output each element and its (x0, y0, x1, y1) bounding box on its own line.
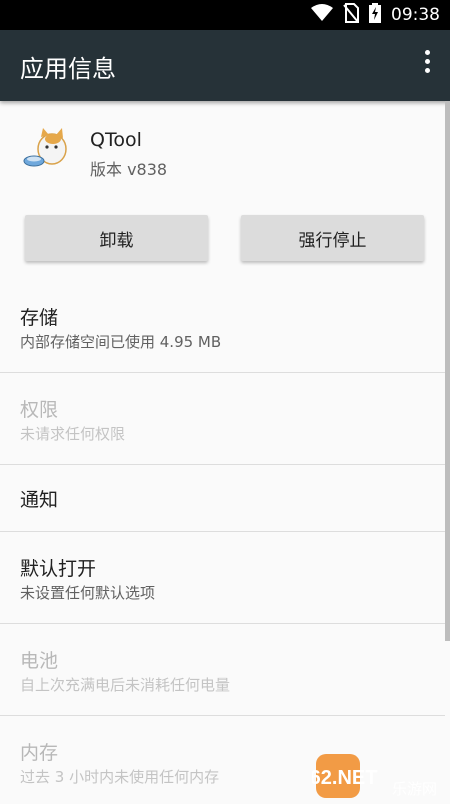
more-options-button[interactable] (412, 46, 442, 86)
app-version: 版本 v838 (90, 160, 168, 179)
battery-row: 电池 自上次充满电后未消耗任何电量 (0, 624, 445, 716)
storage-subtitle: 内部存储空间已使用 4.95 MB (20, 333, 222, 351)
permissions-subtitle: 未请求任何权限 (20, 425, 126, 443)
battery-subtitle: 自上次充满电后未消耗任何电量 (20, 676, 231, 694)
watermark-brand: 962.NET (312, 767, 377, 789)
permissions-row: 权限 未请求任何权限 (0, 373, 445, 465)
open-by-default-subtitle: 未设置任何默认选项 (20, 584, 156, 602)
status-time: 09:38 (391, 5, 440, 25)
more-vert-icon (412, 50, 442, 73)
notifications-row[interactable]: 通知 (0, 465, 445, 532)
app-bar: 应用信息 (0, 30, 450, 101)
no-sim-icon (343, 3, 359, 27)
battery-charging-icon (369, 3, 381, 27)
scrollbar[interactable] (445, 101, 450, 641)
app-name: QTool (90, 129, 142, 151)
status-bar: 09:38 (0, 0, 450, 30)
app-header: QTool 版本 v838 (0, 101, 445, 201)
storage-row[interactable]: 存储 内部存储空间已使用 4.95 MB (0, 281, 445, 373)
open-by-default-title: 默认打开 (20, 558, 97, 580)
storage-title: 存储 (20, 307, 59, 329)
battery-title: 电池 (20, 650, 59, 672)
uninstall-button[interactable]: 卸载 (25, 215, 208, 261)
open-by-default-row[interactable]: 默认打开 未设置任何默认选项 (0, 532, 445, 624)
force-stop-button[interactable]: 强行停止 (241, 215, 424, 261)
permissions-title: 权限 (20, 399, 59, 421)
memory-title: 内存 (20, 742, 59, 764)
app-cat-icon (22, 125, 70, 171)
page-title: 应用信息 (20, 55, 116, 83)
watermark-logo: 962.NET 乐游网 (299, 750, 450, 800)
wifi-icon (311, 4, 333, 26)
notifications-title: 通知 (20, 489, 59, 511)
watermark-site: 乐游网 (392, 780, 437, 798)
memory-subtitle: 过去 3 小时内未使用任何内存 (20, 768, 220, 786)
